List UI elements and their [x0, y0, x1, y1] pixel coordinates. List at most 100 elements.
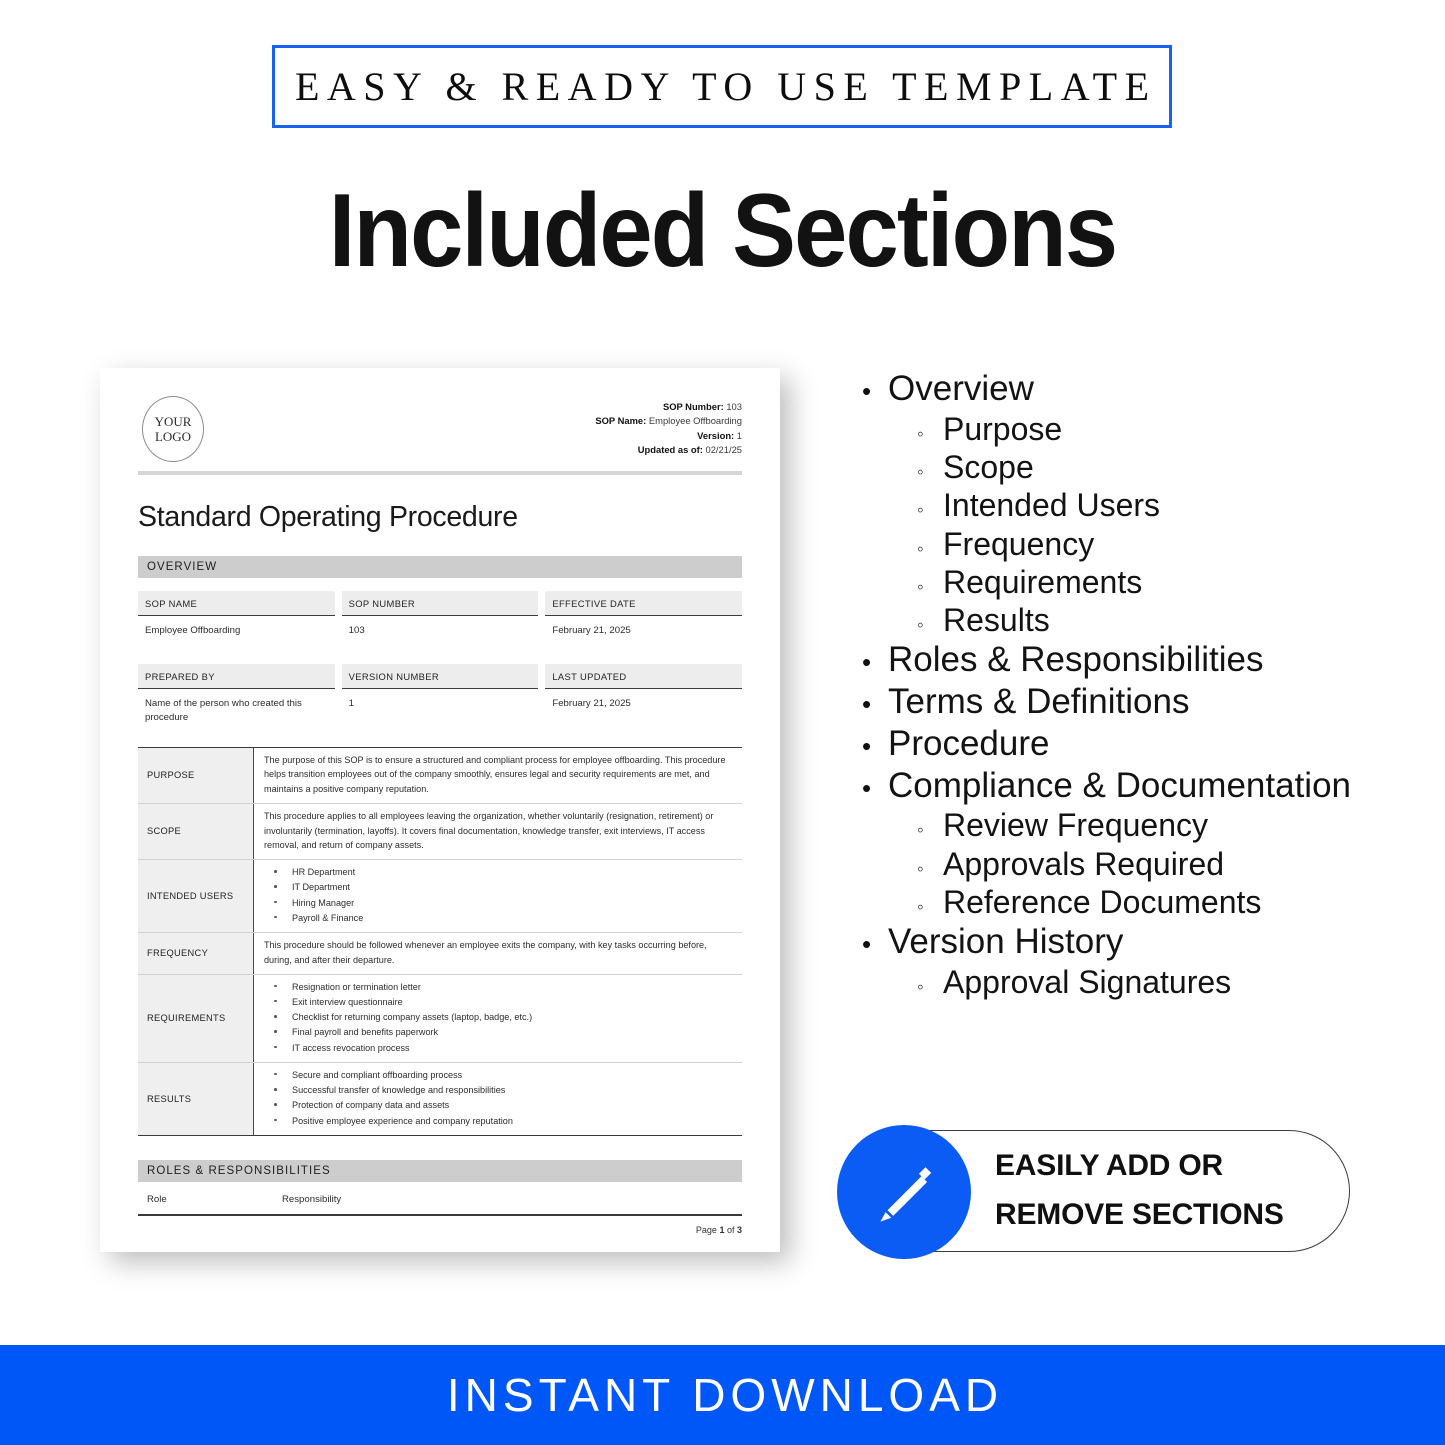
header-meta-line: Version: 1	[595, 429, 742, 443]
section-list-label: Reference Documents	[943, 883, 1262, 920]
table-row-label: SCOPE	[138, 803, 254, 860]
section-list-item: • Version History	[862, 921, 1392, 963]
info-grid-row-2: PREPARED BY Name of the person who create…	[138, 663, 743, 725]
info-cell-header: LAST UPDATED	[545, 663, 743, 689]
header-meta-label: Updated as of:	[637, 443, 706, 455]
info-cell: EFFECTIVE DATE February 21, 2025	[545, 591, 743, 638]
document-preview: YOUR LOGO SOP Number: 103 SOP Name: Emplo…	[100, 368, 780, 1252]
template-ribbon: EASY & READY TO USE TEMPLATE	[272, 45, 1172, 128]
bullet-filled-icon: •	[862, 929, 872, 960]
list-item: Successful transfer of knowledge and res…	[264, 1083, 734, 1098]
header-meta-label: SOP Number:	[662, 401, 727, 412]
bullet-filled-icon: •	[862, 647, 872, 678]
table-row: RESULTS Secure and compliant offboarding …	[138, 1062, 742, 1136]
bullet-filled-icon: •	[862, 689, 872, 720]
section-list-label: Overview	[888, 369, 1034, 408]
bullet-filled-icon: •	[862, 772, 872, 803]
section-list-label: Terms & Definitions	[888, 682, 1190, 722]
table-row: REQUIREMENTS Resignation or termination l…	[138, 974, 742, 1063]
info-grid-row-1: SOP NAME Employee Offboarding SOP NUMBER 10…	[138, 591, 743, 638]
section-list-subitem: ◦ Results	[917, 601, 1392, 639]
poster-canvas: EASY & READY TO USE TEMPLATE Included Se…	[0, 0, 1445, 1445]
page-footer-total: 3	[736, 1224, 742, 1235]
section-list-label: Intended Users	[943, 487, 1161, 524]
info-cell-value: 103	[348, 625, 365, 636]
instant-download-banner: INSTANT DOWNLOAD	[0, 1345, 1445, 1445]
badge-line-1: EASILY ADD OR	[995, 1149, 1224, 1183]
info-cell: VERSION NUMBER 1	[341, 663, 539, 725]
bullet-hollow-icon: ◦	[917, 462, 924, 484]
overview-detail-table: PURPOSE The purpose of this SOP is to ens…	[138, 746, 742, 1136]
table-row-body: This procedure should be followed whenev…	[264, 940, 707, 965]
info-cell-value: 1	[348, 697, 355, 709]
section-list-label: Review Frequency	[943, 807, 1208, 844]
table-row: FREQUENCY This procedure should be follow…	[138, 933, 742, 975]
section-list-label: Procedure	[888, 723, 1050, 763]
section-list-subitem: ◦ Approvals Required	[917, 845, 1392, 883]
table-row-body: The purpose of this SOP is to ensure a s…	[264, 754, 726, 795]
section-list-subitem: ◦ Review Frequency	[917, 806, 1392, 844]
banner-label: INSTANT DOWNLOAD	[446, 1369, 1004, 1421]
bullet-list: Secure and compliant offboarding process…	[264, 1068, 734, 1129]
logo-line-1: YOUR	[154, 413, 192, 429]
pencil-icon	[837, 1125, 971, 1259]
info-cell-value: February 21, 2025	[552, 625, 631, 636]
add-remove-sections-badge: EASILY ADD OR REMOVE SECTIONS	[837, 1125, 1350, 1259]
section-list-label: Requirements	[943, 563, 1143, 600]
section-list-label: Version History	[888, 922, 1124, 962]
header-meta-value: Employee Offboarding	[648, 415, 742, 427]
bullet-list: Resignation or termination letter Exit in…	[264, 980, 734, 1056]
header-meta-value: 103	[726, 401, 742, 412]
table-row: PURPOSE The purpose of this SOP is to ens…	[138, 747, 742, 804]
section-list-item: • Procedure	[862, 723, 1392, 765]
info-cell-header: SOP NAME	[138, 591, 335, 616]
logo-placeholder: YOUR LOGO	[142, 396, 204, 462]
section-list-item: • Compliance & Documentation	[862, 765, 1392, 807]
table-row-label: FREQUENCY	[138, 933, 254, 974]
list-item: Positive employee experience and company…	[264, 1114, 734, 1129]
table-row-label: RESULTS	[138, 1062, 254, 1135]
bullet-hollow-icon: ◦	[917, 576, 924, 598]
list-item: Hiring Manager	[264, 896, 734, 911]
bullet-hollow-icon: ◦	[917, 896, 924, 918]
section-list-label: Approvals Required	[943, 845, 1225, 882]
table-row-body: Secure and compliant offboarding process…	[254, 1063, 742, 1135]
bullet-hollow-icon: ◦	[917, 538, 924, 560]
list-item: Protection of company data and assets	[264, 1098, 734, 1113]
header-meta-label: Version:	[697, 429, 737, 441]
page-footer-middle: of	[724, 1224, 737, 1235]
section-band-roles: ROLES & RESPONSIBILITIES	[138, 1159, 742, 1182]
section-list-label: Results	[943, 601, 1050, 638]
section-list-subitem: ◦ Intended Users	[917, 486, 1392, 524]
list-item: Final payroll and benefits paperwork	[264, 1025, 734, 1040]
document-header-meta: SOP Number: 103 SOP Name: Employee Offboa…	[595, 400, 742, 457]
table-row-label: REQUIREMENTS	[138, 974, 254, 1062]
table-row-body: This procedure applies to all employees …	[264, 810, 714, 851]
section-list-label: Compliance & Documentation	[888, 765, 1352, 805]
bullet-hollow-icon: ◦	[917, 614, 924, 636]
ribbon-label: EASY & READY TO USE TEMPLATE	[294, 64, 1157, 109]
bullet-hollow-icon: ◦	[917, 858, 924, 880]
bullet-hollow-icon: ◦	[917, 976, 924, 998]
list-item: Secure and compliant offboarding process	[264, 1068, 734, 1083]
table-row-label: PURPOSE	[138, 747, 254, 803]
page-footer: Page 1 of 3	[138, 1216, 742, 1235]
section-list-subitem: ◦ Approval Signatures	[917, 963, 1392, 1001]
section-list-item: • Roles & Responsibilities	[862, 639, 1392, 681]
header-meta-value: 1	[736, 429, 742, 441]
logo-line-2: LOGO	[154, 429, 192, 444]
list-item: IT Department	[264, 880, 734, 895]
info-cell-value: Name of the person who created this proc…	[145, 697, 302, 723]
info-cell-header: SOP NUMBER	[341, 591, 539, 616]
list-item: Checklist for returning company assets (…	[264, 1010, 734, 1025]
included-sections-list: • Overview ◦ Purpose ◦ Scope ◦ Intended Users ◦ F…	[862, 368, 1392, 1001]
section-band-overview: OVERVIEW	[138, 556, 742, 578]
roles-col-responsibility: Responsibility	[282, 1193, 342, 1205]
table-row: INTENDED USERS HR Department IT Department…	[138, 860, 742, 934]
table-row-label: INTENDED USERS	[138, 860, 254, 933]
section-list-label: Approval Signatures	[943, 963, 1232, 1000]
info-cell-value: Employee Offboarding	[145, 625, 241, 636]
page-title: Included Sections	[328, 173, 1118, 289]
table-row-body: Resignation or termination letter Exit in…	[254, 975, 742, 1062]
section-list-subitem: ◦ Scope	[917, 448, 1392, 486]
